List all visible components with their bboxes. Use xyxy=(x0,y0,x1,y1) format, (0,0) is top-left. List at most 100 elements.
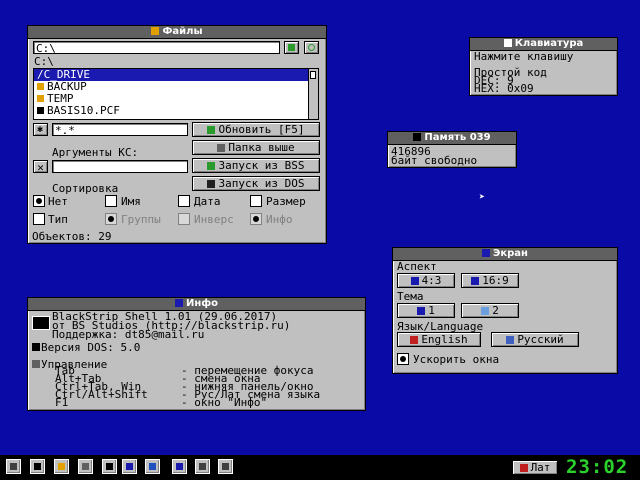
controls-list: Tab - перемещение фокуса Alt+Tab - смена ок… xyxy=(41,365,351,409)
clear-args-button[interactable]: ✕ xyxy=(33,160,48,174)
sort-invert-checkbox[interactable] xyxy=(178,213,190,225)
maximize-icon[interactable] xyxy=(195,459,210,474)
run-bss-button[interactable]: Запуск из BSS xyxy=(192,158,320,173)
dos-app-icon xyxy=(32,316,50,330)
go-button[interactable] xyxy=(284,41,299,54)
sort-type-radio[interactable] xyxy=(33,213,45,225)
aspect-16-9-button[interactable]: 16:9 xyxy=(461,273,519,288)
keyboard-window[interactable]: Клавиатура Нажмите клавишу Простой код D… xyxy=(469,37,618,96)
lang-switch-button[interactable]: Лат xyxy=(512,460,558,475)
control-desc: - окно "Инфо" xyxy=(181,396,268,409)
object-count: Объектов: 29 xyxy=(32,230,112,243)
clock: 23:02 xyxy=(566,456,629,478)
sort-size-radio[interactable] xyxy=(250,195,262,207)
close-icon: ✕ xyxy=(37,161,44,174)
file-list-scrollbar[interactable] xyxy=(308,69,318,119)
refresh-button[interactable]: Обновить [F5] xyxy=(192,122,320,137)
args-label: Аргументы КС: xyxy=(52,146,139,159)
aspect-label: Аспект xyxy=(397,260,437,273)
theme-label: Тема xyxy=(397,290,424,303)
memory-window[interactable]: Память 039 416896 байт свободно xyxy=(387,131,517,168)
folder-icon xyxy=(151,27,160,35)
grid-icon[interactable] xyxy=(218,459,233,474)
hex-value: HEX: 0x09 xyxy=(474,82,534,95)
info-window[interactable]: Инфо BlackStrip Shell 1.01 (29.06.2017) … xyxy=(27,297,366,411)
help-icon xyxy=(174,299,183,307)
folder-icon xyxy=(37,83,44,90)
file-list-item[interactable]: BACKUP xyxy=(34,81,318,93)
folder-icon xyxy=(37,95,44,102)
memory-chip-icon xyxy=(413,133,422,141)
ru-flag-icon xyxy=(506,336,515,344)
file-list-item-label: BASIS10.PCF xyxy=(47,104,120,117)
folder-icon[interactable] xyxy=(54,459,69,474)
path-input[interactable]: C:\ xyxy=(33,41,280,55)
theme-light-icon xyxy=(481,307,490,315)
aspect-4-3-button[interactable]: 4:3 xyxy=(397,273,455,288)
mask-input[interactable]: *.* xyxy=(52,123,188,137)
sort-name-radio[interactable] xyxy=(105,195,117,207)
sort-none-radio[interactable] xyxy=(33,195,45,207)
mouse-cursor: ➤ xyxy=(479,192,486,203)
memory-window-title[interactable]: Память 039 xyxy=(388,132,516,145)
speed-windows-label: Ускорить окна xyxy=(413,353,500,366)
screen-window[interactable]: Экран Аспект 4:3 16:9 Тема 1 2 Язык/Lang… xyxy=(392,247,618,374)
sort-info-checkbox[interactable] xyxy=(250,213,262,225)
keyboard-icon[interactable] xyxy=(78,459,93,474)
monitor-wide-icon xyxy=(471,277,480,285)
russian-button[interactable]: Русский xyxy=(491,332,579,347)
control-row: F1 - окно "Инфо" xyxy=(41,396,351,409)
folder-up-button[interactable]: Папка выше xyxy=(192,140,320,155)
up-arrow-icon xyxy=(217,144,226,152)
refresh-arrow-icon xyxy=(207,126,216,134)
keyboard-icon xyxy=(32,360,40,368)
scrollbar-thumb[interactable] xyxy=(310,71,316,79)
taskbar: Лат 23:02 xyxy=(0,455,640,480)
sort-name-label: Имя xyxy=(121,195,141,208)
monitor-icon xyxy=(482,249,491,257)
flag-icon xyxy=(519,464,528,472)
file-icon xyxy=(37,107,44,114)
sort-info-label: Инфо xyxy=(266,213,293,226)
control-key: F1 xyxy=(55,396,69,409)
sort-size-label: Размер xyxy=(266,195,306,208)
memory-free-label: байт свободно xyxy=(391,154,478,167)
args-input[interactable] xyxy=(52,160,188,173)
english-button[interactable]: English xyxy=(397,332,481,347)
terminal-icon[interactable] xyxy=(30,459,45,474)
file-list-item[interactable]: BASIS10.PCF xyxy=(34,105,318,117)
speed-windows-checkbox[interactable] xyxy=(397,353,409,365)
sort-date-label: Дата xyxy=(194,195,221,208)
refresh-icon xyxy=(308,44,315,51)
play-icon xyxy=(207,162,216,170)
sort-groups-checkbox[interactable] xyxy=(105,213,117,225)
theme-2-button[interactable]: 2 xyxy=(461,303,519,318)
file-list[interactable]: /C_DRIVE BACKUP TEMP BASIS10.PCF xyxy=(33,68,319,120)
sort-date-radio[interactable] xyxy=(178,195,190,207)
monitor-icon[interactable] xyxy=(122,459,137,474)
memory-icon[interactable] xyxy=(102,459,117,474)
current-dir-label: C:\ xyxy=(34,55,54,68)
dos-version: Версия DOS: 5.0 xyxy=(41,341,141,354)
sort-type-label: Тип xyxy=(48,213,68,226)
refresh-icon-button[interactable] xyxy=(304,41,319,54)
theme-dark-icon xyxy=(417,307,426,315)
run-dos-button[interactable]: Запуск из DOS xyxy=(192,176,320,191)
help-icon[interactable] xyxy=(145,459,160,474)
monitor-icon xyxy=(410,277,419,285)
arrow-right-icon xyxy=(288,44,295,51)
window-icon[interactable] xyxy=(172,459,187,474)
filter-icon-button[interactable]: ✱ xyxy=(33,123,48,136)
files-window[interactable]: Файлы C:\ C:\ /C_DRIVE BACKUP TEMP BASIS10.… xyxy=(27,25,327,244)
sort-none-label: Нет xyxy=(48,195,68,208)
control-key: Ctrl/Alt+Shift xyxy=(55,388,148,401)
sort-invert-label: Инверс xyxy=(194,213,234,226)
start-icon[interactable] xyxy=(6,459,21,474)
sort-label: Сортировка xyxy=(52,182,119,195)
sort-groups-label: Группы xyxy=(121,213,161,226)
theme-1-button[interactable]: 1 xyxy=(397,303,455,318)
keyboard-prompt: Нажмите клавишу xyxy=(474,50,574,63)
files-window-title[interactable]: Файлы xyxy=(28,26,326,39)
uk-flag-icon xyxy=(410,336,419,344)
info-line-3: Поддержка: dt85@mail.ru xyxy=(52,328,205,341)
